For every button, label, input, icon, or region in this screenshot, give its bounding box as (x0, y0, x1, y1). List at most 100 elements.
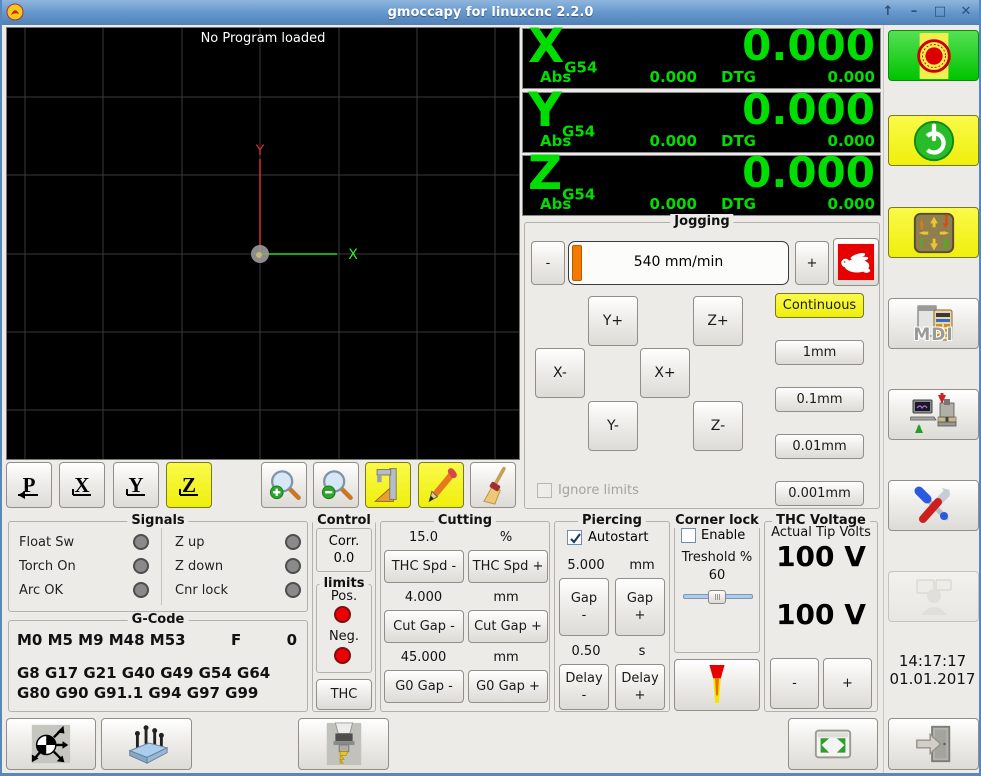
control-frame: Control Corr. 0.0 limits Pos. Neg. THC (312, 513, 376, 712)
maximize-button[interactable]: □ (931, 2, 949, 21)
jog-speed-plus-button[interactable]: + (795, 241, 829, 285)
ignore-limits-label: Ignore limits (558, 483, 639, 498)
feed-value: 0 (286, 631, 297, 649)
pierce-gap-unit: mm (629, 558, 655, 573)
estop-button[interactable] (888, 30, 979, 81)
rapid-jog-button[interactable] (833, 238, 879, 286)
actual-tip-volts-label: Actual Tip Volts (771, 525, 871, 540)
torch-flame-icon (709, 665, 725, 704)
show-dimensions-button[interactable] (365, 462, 411, 508)
pierce-gap-minus-button[interactable]: Gap - (559, 578, 609, 636)
increment-0p001mm-button[interactable]: 0.001mm (775, 481, 864, 506)
threshold-slider-handle[interactable] (708, 590, 726, 604)
exit-button[interactable] (888, 718, 979, 770)
float-sw-led (133, 534, 149, 550)
jog-speed-minus-button[interactable]: - (531, 241, 565, 285)
jog-z-minus-button[interactable]: Z- (693, 401, 743, 451)
clock-display: 14:17:17 01.01.2017 (886, 652, 979, 688)
zoom-in-button[interactable] (261, 462, 307, 508)
thc-speed-minus-button[interactable]: THC Spd - (384, 550, 464, 583)
plus-sign: + (634, 688, 646, 703)
y-axis-label: Y (255, 143, 265, 159)
jog-y-minus-button[interactable]: Y- (588, 401, 638, 451)
increment-0p1mm-button[interactable]: 0.1mm (775, 387, 864, 412)
view-y-button[interactable]: Y (113, 462, 159, 508)
dtg-value-x: 0.000 (827, 68, 875, 86)
x-axis-label: X (348, 247, 358, 263)
touch-plate-button[interactable] (101, 718, 192, 770)
thc-voltage-minus-button[interactable]: - (770, 658, 819, 709)
jog-z-plus-button[interactable]: Z+ (693, 296, 743, 346)
increment-continuous-button[interactable]: Continuous (775, 293, 864, 318)
ignore-limits-checkbox[interactable] (537, 483, 552, 498)
jog-x-plus-button[interactable]: X+ (640, 348, 690, 398)
machine-on-button[interactable] (888, 115, 979, 166)
tool-change-button[interactable] (298, 718, 389, 770)
increment-0p01mm-button[interactable]: 0.01mm (775, 434, 864, 459)
clear-plot-button[interactable] (470, 462, 516, 508)
delay-label: Delay (621, 671, 659, 686)
view-z-icon: Z (179, 473, 198, 497)
corner-lock-title: Corner lock (671, 513, 763, 528)
svg-text:Y: Y (128, 473, 143, 497)
settings-button[interactable] (888, 480, 979, 531)
manual-mode-button[interactable] (888, 207, 979, 258)
gcode-preview[interactable]: Y X No Program loaded (6, 27, 520, 460)
cut-gap-plus-button[interactable]: Cut Gap + (468, 610, 548, 643)
signals-title: Signals (127, 513, 189, 528)
fullscreen-button[interactable] (788, 718, 878, 770)
autostart-checkbox[interactable] (567, 530, 582, 545)
touch-off-icon (31, 724, 71, 764)
thc-voltage-frame: THC Voltage Actual Tip Volts 100 V 100 V… (764, 513, 878, 712)
dro-main-value-y: 0.000 (742, 85, 875, 134)
threshold-slider[interactable] (683, 590, 753, 604)
pierce-delay-minus-button[interactable]: Delay - (559, 664, 609, 710)
dro-axis-y[interactable]: YG54 0.000 Abs 0.000 DTG 0.000 (522, 83, 881, 153)
cut-gap-minus-button[interactable]: Cut Gap - (384, 610, 464, 643)
jog-x-minus-button[interactable]: X- (535, 348, 585, 398)
jog-speed-slider[interactable]: 540 mm/min (568, 241, 789, 285)
zoom-out-button[interactable] (313, 462, 359, 508)
user-icon (916, 579, 951, 615)
broom-icon (483, 466, 506, 505)
signals-divider (161, 528, 162, 605)
dro-axis-z[interactable]: ZG54 0.000 Abs 0.000 DTG 0.000 (522, 146, 881, 216)
touch-off-button[interactable] (6, 718, 96, 770)
torch-on-led (133, 558, 149, 574)
torch-button[interactable] (674, 659, 760, 711)
svg-text:P: P (23, 473, 36, 497)
close-button[interactable]: ✕ (957, 2, 975, 21)
gcode-frame: G-Code M0 M5 M9 M48 M53 F 0 G8 G17 G21 G… (8, 612, 308, 712)
rabbit-icon (837, 243, 875, 281)
corner-lock-frame: Corner lock Enable Treshold % 60 (671, 513, 763, 653)
thc-voltage-plus-button[interactable]: + (823, 658, 872, 709)
view-x-button[interactable]: X (59, 462, 105, 508)
delay-label: Delay (565, 671, 603, 686)
thc-button[interactable]: THC (316, 679, 372, 710)
mdi-mode-button[interactable]: MDI (888, 298, 979, 349)
corner-lock-enable-checkbox[interactable] (681, 528, 696, 543)
shade-button[interactable]: ↑ (879, 2, 897, 21)
gap-label: Gap (626, 591, 654, 606)
jog-pad-icon (913, 212, 954, 253)
threshold-value: 60 (708, 568, 726, 583)
g0-gap-minus-button[interactable]: G0 Gap - (384, 670, 464, 703)
thc-speed-plus-button[interactable]: THC Spd + (468, 550, 548, 583)
increment-1mm-button[interactable]: 1mm (775, 340, 864, 365)
auto-mode-button[interactable] (888, 389, 979, 440)
pierce-delay-plus-button[interactable]: Delay + (615, 664, 665, 710)
minimize-button[interactable]: – (905, 2, 923, 21)
view-p-button[interactable]: P (6, 462, 52, 508)
g0-gap-plus-button[interactable]: G0 Gap + (468, 670, 548, 703)
gcode-title: G-Code (127, 612, 189, 627)
z-up-led (285, 534, 301, 550)
draw-path-button[interactable] (418, 462, 464, 508)
jog-y-plus-button[interactable]: Y+ (588, 296, 638, 346)
preview-grid: Y X (7, 28, 519, 459)
dro-axis-x[interactable]: XG54 0.000 Abs 0.000 DTG 0.000 (522, 19, 881, 89)
view-y-icon: Y (126, 473, 145, 497)
signal-label-z-down: Z down (175, 558, 224, 574)
pierce-gap-plus-button[interactable]: Gap + (615, 578, 665, 636)
view-z-button[interactable]: Z (166, 462, 212, 508)
app-window: gmoccapy for linuxcnc 2.2.0 ↑ – □ ✕ Y X (0, 0, 981, 776)
